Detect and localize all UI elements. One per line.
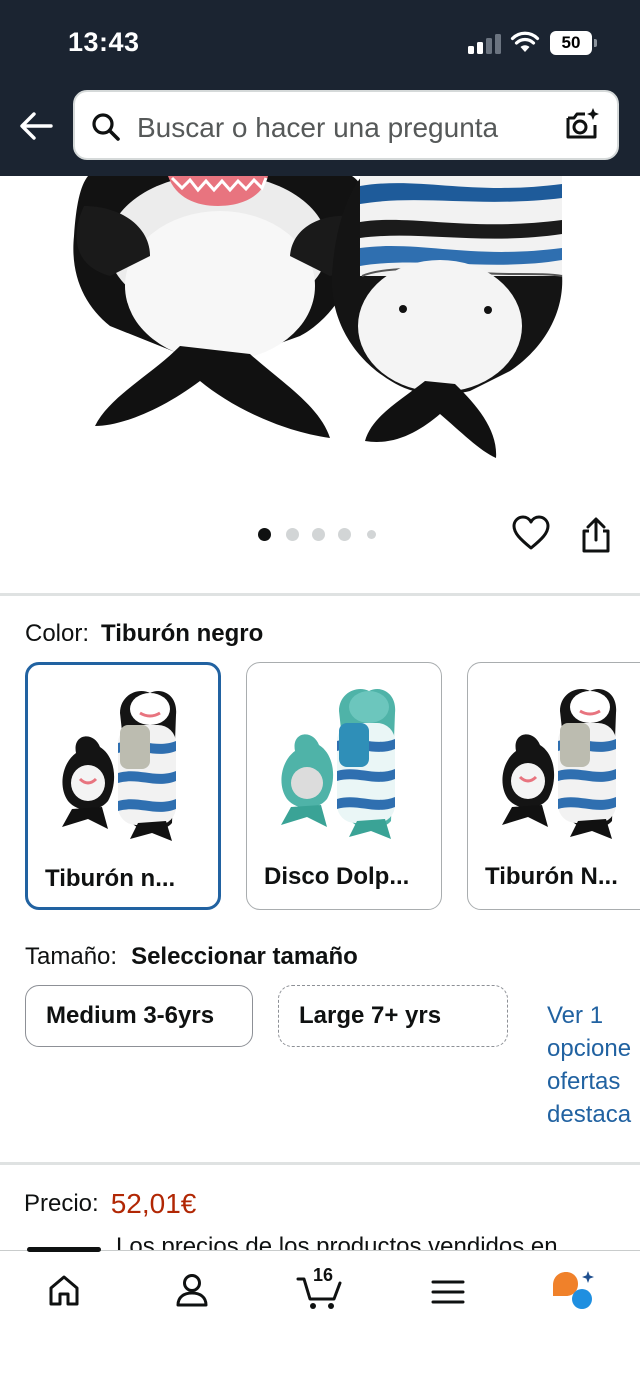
color-swatch-disco-dolphin[interactable]: Disco Dolp... (246, 662, 442, 910)
wifi-icon (510, 31, 540, 52)
size-selection-label: Tamaño: Seleccionar tamaño (25, 943, 358, 971)
rufus-assistant-icon[interactable] (551, 1269, 597, 1311)
size-option-medium[interactable]: Medium 3-6yrs (25, 985, 253, 1047)
status-time: 13:43 (68, 27, 140, 57)
offers-link-line: Ver 1 (547, 1002, 604, 1029)
color-selection-label: Color: Tiburón negro (25, 620, 263, 648)
share-icon[interactable] (579, 516, 613, 554)
swatch-thumbnail (62, 691, 177, 841)
wishlist-heart-icon[interactable] (512, 515, 550, 551)
pagination-dot[interactable] (258, 528, 271, 541)
battery-indicator: 50 (550, 31, 597, 55)
swatch-thumbnail (281, 689, 396, 839)
pagination-dot[interactable] (338, 528, 351, 541)
size-selected-value: Seleccionar tamaño (131, 943, 358, 970)
see-offers-link[interactable]: Ver 1 opcione ofertas destaca (547, 999, 640, 1131)
section-divider (0, 593, 640, 596)
price-label: Precio: (24, 1190, 99, 1217)
color-swatch-tiburon-negro[interactable]: Tiburón n... (25, 662, 221, 910)
pagination-dot[interactable] (286, 528, 299, 541)
swatch-thumbnail (502, 689, 617, 839)
active-tab-indicator (27, 1247, 101, 1252)
color-label: Color: (25, 620, 90, 647)
swatch-label: Disco Dolp... (264, 863, 410, 890)
product-photo (73, 176, 563, 458)
pagination-dot[interactable] (312, 528, 325, 541)
back-arrow-icon[interactable] (18, 110, 54, 142)
price-value: 52,01€ (110, 1188, 197, 1219)
color-selected-value: Tiburón negro (101, 620, 264, 647)
menu-icon[interactable] (431, 1279, 465, 1305)
swatch-label: Tiburón N... (485, 863, 618, 890)
account-icon[interactable] (175, 1273, 209, 1307)
price-row: Precio: 52,01€ (24, 1188, 196, 1220)
search-placeholder: Buscar o hacer una pregunta (137, 112, 499, 143)
product-image[interactable] (0, 176, 640, 506)
color-swatch-tiburon-n[interactable]: Tiburón N... (467, 662, 640, 910)
cart-count: 16 (313, 1265, 334, 1285)
search-icon (92, 113, 120, 141)
size-label: Tamaño: (25, 943, 118, 970)
search-input[interactable]: Buscar o hacer una pregunta (73, 90, 619, 160)
camera-search-icon[interactable] (563, 106, 601, 144)
offers-link-line: destaca (547, 1101, 632, 1128)
home-icon[interactable] (47, 1273, 81, 1307)
section-divider (0, 1162, 640, 1165)
top-bar: 13:43 50 Buscar o hacer una pregunta (0, 0, 640, 176)
cellular-signal-icon (468, 32, 502, 54)
bottom-navigation: 16 (0, 1247, 640, 1384)
size-option-large[interactable]: Large 7+ yrs (278, 985, 508, 1047)
pagination-dot[interactable] (367, 530, 376, 539)
offers-link-line: opcione (547, 1035, 632, 1062)
offers-link-line: ofertas (547, 1068, 621, 1095)
swatch-label: Tiburón n... (45, 865, 176, 892)
